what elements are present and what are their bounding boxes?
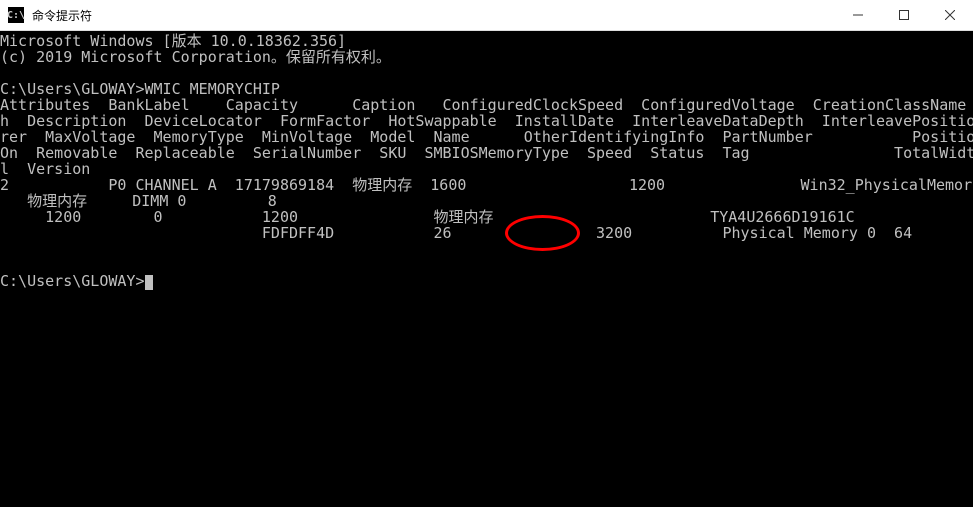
maximize-button[interactable] <box>881 0 927 30</box>
output-header-line: On Removable Replaceable SerialNumber SK… <box>0 144 973 162</box>
window-controls <box>835 0 973 30</box>
copyright-line: (c) 2019 Microsoft Corporation。保留所有权利。 <box>0 48 391 66</box>
cmd-icon: C:\ <box>8 7 24 23</box>
cursor <box>145 275 153 290</box>
window-title: 命令提示符 <box>32 7 835 24</box>
terminal-content: Microsoft Windows [版本 10.0.18362.356] (c… <box>0 33 973 289</box>
close-button[interactable] <box>927 0 973 30</box>
output-data-line: FDFDFF4D 26 3200 Physical Memory 0 64 16… <box>0 224 973 242</box>
minimize-button[interactable] <box>835 0 881 30</box>
terminal-area[interactable]: Microsoft Windows [版本 10.0.18362.356] (c… <box>0 31 973 507</box>
window-titlebar: C:\ 命令提示符 <box>0 0 973 31</box>
highlight-ellipse-icon <box>505 215 580 251</box>
prompt-path: C:\Users\GLOWAY> <box>0 272 145 290</box>
